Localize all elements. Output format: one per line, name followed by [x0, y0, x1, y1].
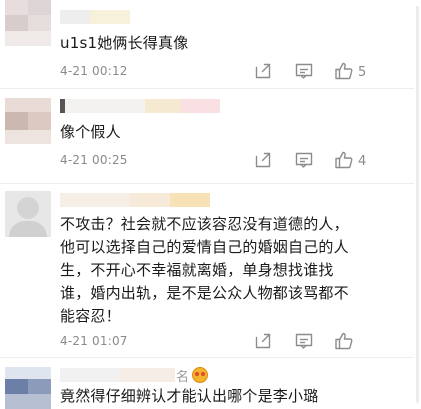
comment-item: u1s1她俩长得真像 4-21 00:12 5 — [0, 0, 414, 89]
comment-text: 像个假人 — [60, 123, 121, 141]
comment-text-line: 他可以选择自己的爱情自己的婚姻自己的人 — [60, 238, 349, 256]
username-visible-char: 名 — [176, 370, 190, 385]
like-button[interactable]: 5 — [334, 61, 370, 83]
like-button[interactable]: 4 — [334, 150, 370, 172]
username-blurred[interactable] — [60, 193, 210, 207]
avatar[interactable] — [5, 0, 51, 46]
avatar[interactable] — [5, 98, 51, 144]
scrollbar[interactable] — [416, 6, 419, 403]
comment-text-line: 谁，婚内出轨，是不是公众人物都该骂都不 — [60, 284, 349, 302]
like-count: 5 — [358, 65, 367, 80]
avatar[interactable] — [5, 191, 51, 237]
username-blurred[interactable] — [60, 368, 180, 382]
comment-text-line: 不攻击？社会就不应该容忍没有道德的人， — [60, 215, 349, 233]
username-blurred[interactable] — [60, 99, 220, 113]
comment-icon[interactable] — [294, 150, 316, 172]
like-count: 4 — [358, 154, 367, 169]
comment-time: 4-21 00:25 — [60, 153, 128, 167]
avatar[interactable] — [5, 367, 51, 409]
share-icon[interactable] — [253, 150, 275, 172]
comment-time: 4-21 01:07 — [60, 334, 128, 348]
comment-text: 不攻击？社会就不应该容忍没有道德的人， 他可以选择自己的爱情自己的婚姻自己的人 … — [60, 213, 375, 328]
comment-item: 像个假人 4-21 00:25 4 — [0, 88, 414, 184]
comment-icon[interactable] — [294, 61, 316, 83]
thumbs-up-icon — [335, 151, 353, 169]
comment-item: 名 竟然得仔细辨认才能认出哪个是李小璐 — [0, 357, 414, 409]
username-blurred[interactable] — [60, 10, 130, 24]
comment-text: u1s1她俩长得真像 — [60, 34, 189, 52]
comment-icon[interactable] — [294, 331, 316, 353]
comment-text-line: 能容忍！ — [60, 307, 121, 325]
like-button[interactable] — [334, 331, 356, 353]
thumbs-up-icon — [335, 332, 353, 350]
thumbs-up-icon — [335, 62, 353, 80]
comment-item: 不攻击？社会就不应该容忍没有道德的人， 他可以选择自己的爱情自己的婚姻自己的人 … — [0, 183, 414, 358]
emoji-icon — [192, 367, 208, 383]
share-icon[interactable] — [253, 331, 275, 353]
share-icon[interactable] — [253, 61, 275, 83]
comment-time: 4-21 00:12 — [60, 64, 128, 78]
comment-text: 竟然得仔细辨认才能认出哪个是李小璐 — [60, 387, 319, 405]
comment-text-line: 生，不开心不幸福就离婚，单身想找谁找 — [60, 261, 334, 279]
